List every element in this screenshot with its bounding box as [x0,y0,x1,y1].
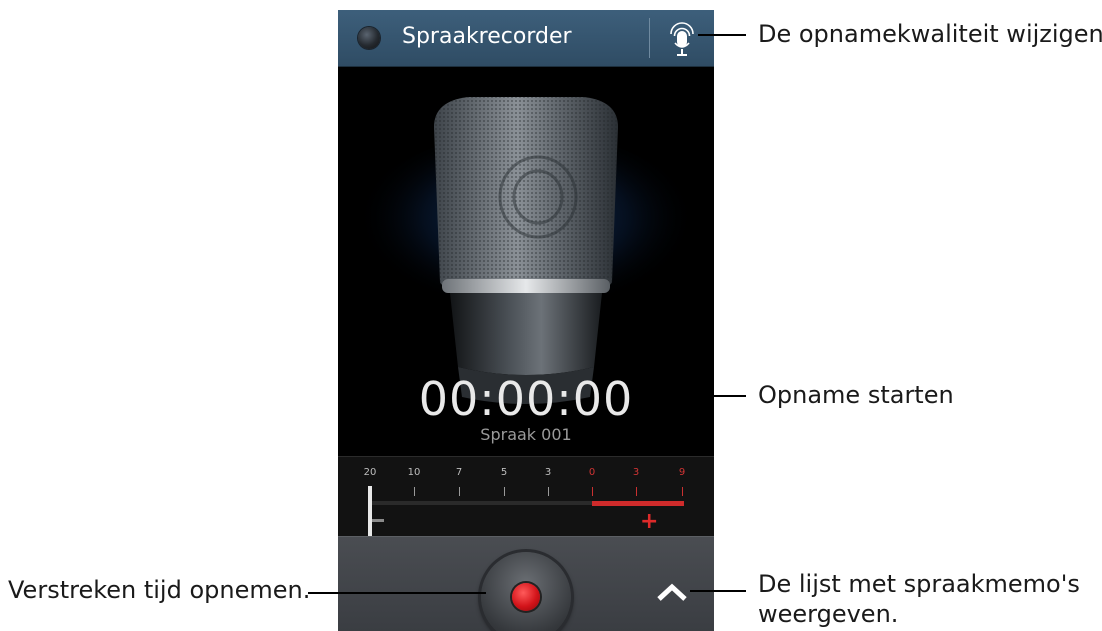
page: Spraakrecorder 00:00:00 Spraak 001 + 20 … [0,0,1102,631]
level-meter: + 20 10 7 5 3 0 3 9 [338,456,714,537]
callout-list-line2: weergeven. [758,600,899,628]
recording-quality-button[interactable] [660,16,704,60]
meter-tick-label: 10 [407,467,421,478]
microphone-quality-icon [670,22,694,56]
meter-tick-label: 5 [500,467,508,478]
callout-start: Opname starten [758,381,954,409]
recorder-app-icon [358,27,380,49]
record-button[interactable] [481,552,571,631]
callout-line-quality [698,34,746,36]
meter-tick-label: 20 [363,467,377,478]
control-bar [338,536,714,631]
callout-line-start [630,395,746,397]
meter-tick-mark [459,487,460,496]
meter-needle [368,486,372,536]
meter-tick-mark [636,487,637,496]
microphone-illustration: 00:00:00 Spraak 001 [338,67,714,460]
record-icon [512,583,540,611]
meter-tick-label: 7 [455,467,463,478]
meter-tick-label: 9 [678,467,686,478]
callout-elapsed: Verstreken tijd opnemen. [8,576,311,604]
meter-tick-label: 0 [588,467,596,478]
app-title: Spraakrecorder [402,24,572,49]
meter-tick-label: 3 [632,467,640,478]
meter-plus-icon: + [640,509,659,534]
app-bar: Spraakrecorder [338,10,714,67]
meter-peak-zone [592,501,684,506]
callout-line-list [690,590,746,592]
chevron-up-icon [657,583,687,601]
meter-tick-mark [504,487,505,496]
callout-quality: De opnamekwaliteit wijzigen. [758,20,1102,48]
callout-line-elapsed [308,592,486,594]
appbar-divider [649,18,650,58]
show-list-button[interactable] [654,577,690,607]
phone-screen: Spraakrecorder 00:00:00 Spraak 001 + 20 … [338,10,714,631]
meter-tick-label: 3 [544,467,552,478]
recording-name: Spraak 001 [480,425,572,444]
meter-tick-mark [682,487,683,496]
meter-tick-mark [548,487,549,496]
meter-tick-mark [592,487,593,496]
callout-list-line1: De lijst met spraakmemo's [758,570,1080,598]
recording-timer: 00:00:00 [418,372,634,426]
meter-tick-mark [414,487,415,496]
meter-minus-icon [372,519,384,522]
